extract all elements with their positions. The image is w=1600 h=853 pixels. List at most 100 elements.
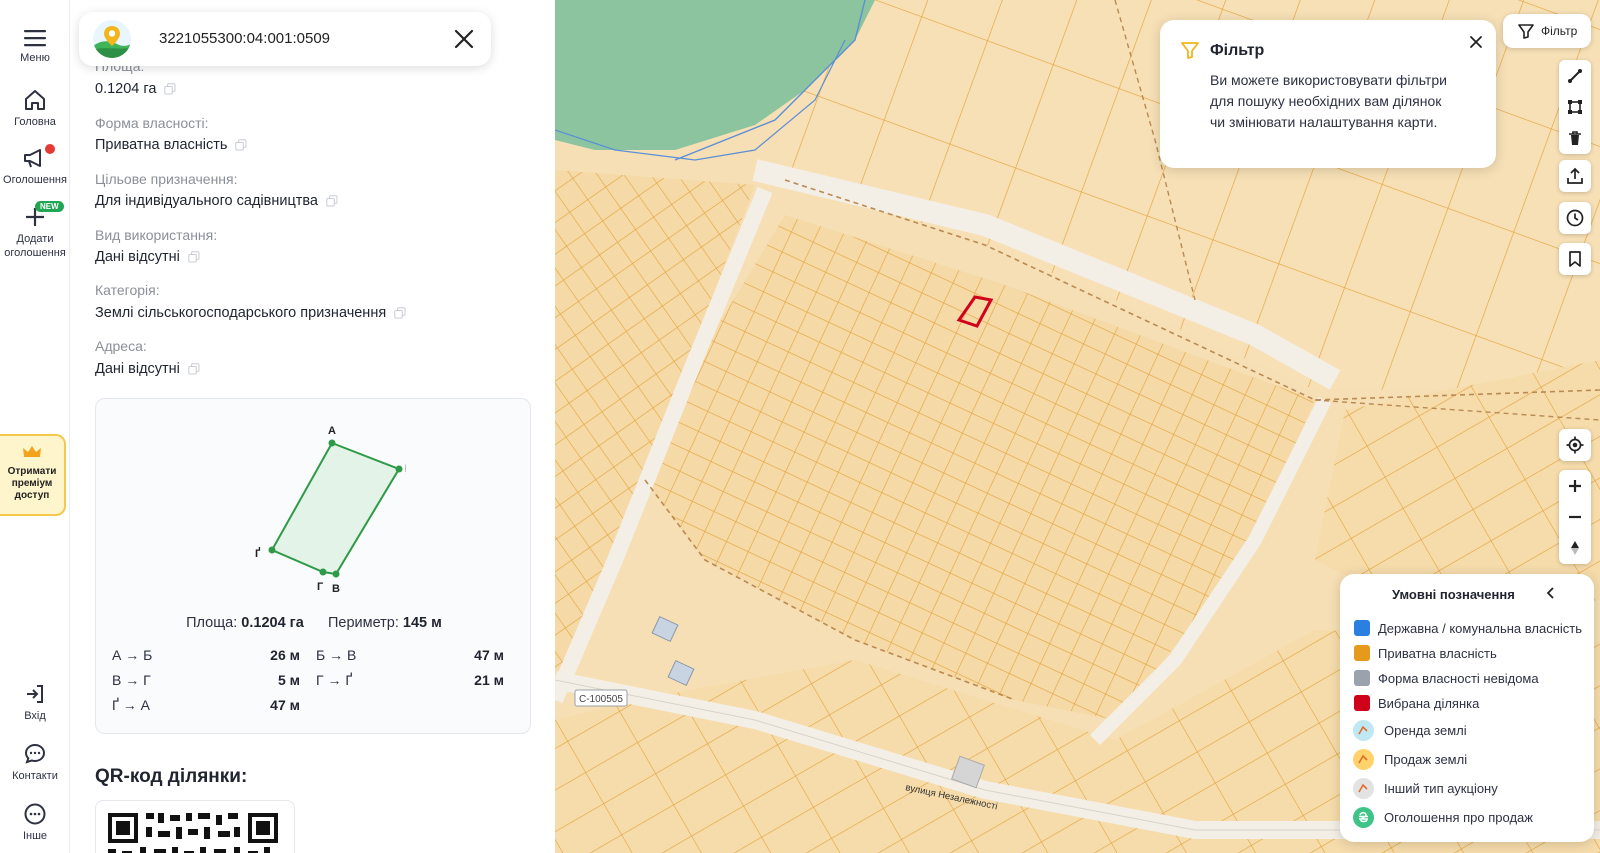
copy-icon[interactable] (394, 307, 406, 319)
copy-icon[interactable] (188, 363, 200, 375)
nav-home-label: Головна (14, 116, 56, 128)
legend-item-label: Приватна власність (1378, 646, 1497, 661)
ownership-value: Приватна власність (95, 137, 247, 153)
address-value-text: Дані відсутні (95, 361, 180, 377)
segment-length: 5 м (277, 672, 300, 688)
nav-other[interactable]: Інше (0, 802, 70, 843)
zoom-in-button[interactable] (1559, 470, 1591, 501)
nav-contacts-label: Контакти (12, 770, 58, 782)
segment-name: В → Г (112, 672, 151, 688)
bookmark-button[interactable] (1559, 243, 1591, 275)
nav-contacts[interactable]: Контакти (0, 742, 70, 783)
vertex-b (395, 465, 403, 473)
parcel-polygon (270, 441, 401, 576)
area-value-text: 0.1204 га (95, 81, 157, 97)
geometry-summary: Площа: 0.1204 га Периметр: 145 м (96, 615, 532, 631)
legend-swatch (1354, 645, 1370, 661)
cadastral-search-bar[interactable]: 3221055300:04:001:0509 (79, 12, 491, 66)
app-logo (93, 20, 131, 58)
nav-menu-label: Меню (20, 52, 50, 64)
history-button[interactable] (1559, 202, 1591, 234)
auction-other-icon (1353, 778, 1374, 799)
measure-line-icon (1568, 69, 1582, 83)
vertex-v (332, 570, 340, 578)
more-icon (24, 803, 46, 825)
close-icon[interactable] (451, 26, 477, 52)
vertex-label-v: В (332, 583, 340, 595)
measure-line-button[interactable] (1559, 60, 1591, 91)
vertex-label-g: Г (317, 581, 324, 593)
geom-area-value: 0.1204 га (241, 615, 304, 631)
filter-icon (1518, 24, 1534, 39)
compass-button[interactable] (1559, 532, 1591, 563)
geom-perimeter-label: Периметр: (327, 615, 399, 631)
legend-item-label: Оголошення про продаж (1384, 810, 1533, 825)
minus-icon (1569, 515, 1581, 519)
purpose-label: Цільове призначення: (95, 171, 238, 187)
vertex-label-a: А (328, 425, 336, 437)
chat-icon (24, 743, 46, 764)
nav-rail: Меню Головна Оголошення Додати оголошенн… (0, 0, 70, 853)
copy-icon[interactable] (235, 139, 247, 151)
locate-me-button[interactable] (1559, 429, 1591, 461)
vertex-g (319, 568, 327, 576)
copy-icon[interactable] (326, 195, 338, 207)
legend-item-label: Державна / комунальна власність (1378, 621, 1582, 636)
filter-button[interactable]: Фільтр (1503, 14, 1591, 48)
purpose-value: Для індивідуального садівництва (95, 193, 338, 209)
polygon-icon (1568, 100, 1582, 114)
nav-home[interactable]: Головна (0, 88, 70, 129)
legend-item-label: Вибрана ділянка (1378, 696, 1480, 711)
cadastral-number: 3221055300:04:001:0509 (159, 30, 331, 47)
copy-icon[interactable] (164, 83, 176, 95)
legend-item-label: Інший тип аукціону (1384, 781, 1498, 796)
segment-length: 47 м (474, 647, 504, 663)
category-label: Категорія: (95, 282, 160, 298)
qr-code (95, 800, 295, 853)
filter-icon (1181, 42, 1199, 59)
clock-icon (1566, 209, 1584, 227)
login-icon (27, 685, 43, 703)
area-value: 0.1204 га (95, 81, 176, 97)
nav-add-label-1: Додати (16, 233, 54, 245)
ownership-label: Форма власності: (95, 115, 209, 131)
premium-label-1: Отримати (7, 466, 57, 477)
legend-item-label: Оренда землі (1384, 723, 1467, 738)
legend-swatch (1354, 695, 1370, 711)
export-button[interactable] (1559, 160, 1591, 192)
nav-ads[interactable]: Оголошення (0, 146, 70, 187)
nav-login[interactable]: Вхід (0, 682, 70, 723)
nav-ads-label: Оголошення (3, 174, 67, 186)
segment-length: 26 м (270, 647, 300, 663)
qr-title: QR-код ділянки: (95, 766, 248, 787)
premium-button[interactable]: Отримати преміум доступ (0, 434, 66, 516)
close-icon[interactable] (1468, 34, 1484, 50)
tooltip-text: Ви можете використовувати фільтри для по… (1210, 72, 1447, 130)
delete-drawing-button[interactable] (1559, 122, 1591, 153)
land-rent-icon (1353, 720, 1374, 741)
notification-dot (45, 144, 55, 154)
home-icon (25, 90, 45, 110)
measure-area-button[interactable] (1559, 91, 1591, 122)
locate-icon (1566, 436, 1584, 454)
usage-label: Вид використання: (95, 227, 218, 243)
zoom-out-button[interactable] (1559, 501, 1591, 532)
parcel-info-panel: 3221055300:04:001:0509 Площа: 0.1204 га … (71, 0, 555, 853)
nav-add-label-2: оголошення (4, 247, 66, 259)
purpose-value-text: Для індивідуального садівництва (95, 193, 318, 209)
vertex-gg (268, 546, 276, 554)
segment-name: А → Б (112, 647, 153, 663)
nav-menu[interactable]: Меню (0, 28, 70, 65)
copy-icon[interactable] (188, 251, 200, 263)
geom-perimeter-value: 145 м (402, 615, 442, 631)
trash-icon (1569, 131, 1581, 145)
road-label: С-100505 (579, 694, 623, 705)
nav-add-ad[interactable]: Додати оголошення (0, 205, 70, 260)
address-label: Адреса: (95, 338, 147, 354)
segment-name: Б → В (316, 647, 357, 663)
chevron-left-icon[interactable] (1544, 586, 1558, 600)
tooltip-title: Фільтр (1210, 42, 1265, 59)
premium-label-3: доступ (14, 490, 50, 501)
logo-icon (93, 20, 131, 58)
nav-login-label: Вхід (24, 710, 46, 722)
